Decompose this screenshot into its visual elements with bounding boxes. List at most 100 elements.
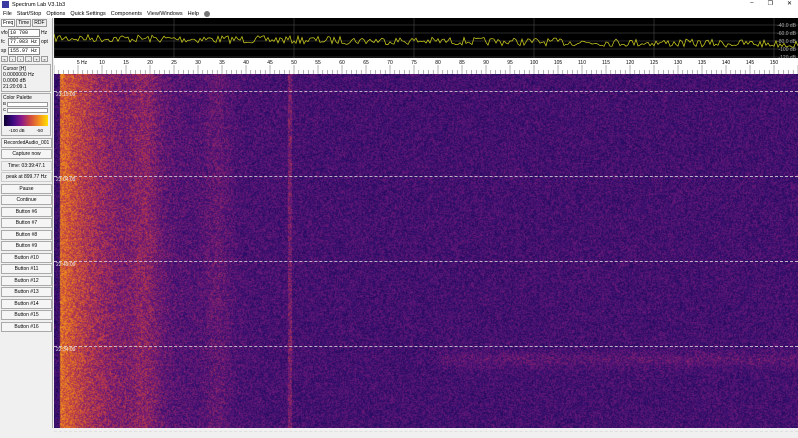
spectrum-trace — [53, 33, 798, 49]
waterfall-display[interactable]: 23:19:09 23:04:09 22:49:09 22:34:09 22:19:09 — [54, 74, 798, 438]
button-button-7[interactable]: Button #7 — [1, 218, 52, 228]
freq-tick-label: 95 — [507, 60, 513, 66]
nav-last-button[interactable]: » — [41, 56, 48, 62]
window-title: Spectrum Lab V3.1b3 — [12, 1, 66, 8]
menu-components[interactable]: Components — [111, 11, 142, 17]
db-label: -60.0 dB — [777, 31, 797, 37]
peak-display: peak at 899.77 Hz — [1, 172, 52, 182]
nav-first-button[interactable]: « — [1, 56, 8, 62]
time-gridline — [54, 431, 798, 432]
zoom-out-button[interactable]: - — [25, 56, 32, 62]
freq-tick-label: 90 — [483, 60, 489, 66]
menu-options[interactable]: Options — [46, 11, 65, 17]
spectrum-display[interactable]: -40.0 dB -60.0 dB -80.0 dB -100 dB -120 dB — [53, 18, 798, 61]
cursor-time: 21:20:09.1 — [3, 84, 27, 90]
freq-tick-label: 85 — [459, 60, 465, 66]
cursor-info: Cursor [H] 0.0000000 Hz 0.0000 dB 21:20:… — [1, 64, 51, 92]
freq-tick-label: 70 — [387, 60, 393, 66]
color-palette: Color Palette B C -100 dB -50 — [1, 93, 51, 136]
minimize-button[interactable]: – — [750, 0, 753, 7]
time-label: 22:49:09 — [56, 262, 76, 268]
freq-tick-label: 30 — [195, 60, 201, 66]
freq-tick-label: 50 — [291, 60, 297, 66]
capture-now-button[interactable]: Capture now — [1, 149, 52, 159]
freq-tick-label: 140 — [722, 60, 731, 66]
button-button-15[interactable]: Button #15 — [1, 310, 52, 320]
freq-tick-label: 55 — [315, 60, 321, 66]
menu-view-windows[interactable]: View/Windows — [147, 11, 183, 17]
vfo-input[interactable]: 10 700 000 — [8, 28, 40, 43]
time-gridline — [54, 261, 798, 262]
recorded-audio-button[interactable]: RecordedAudio_001 — [1, 137, 52, 148]
palette-gradient — [4, 115, 48, 126]
fc-label: fc — [1, 38, 5, 45]
restore-button[interactable]: ❐ — [768, 0, 773, 7]
button-button-13[interactable]: Button #13 — [1, 287, 52, 297]
button-button-6[interactable]: Button #6 — [1, 206, 52, 217]
time-label: 22:34:09 — [56, 347, 76, 353]
db-label: -100 dB — [778, 47, 796, 53]
fc-input[interactable]: 77.983 Hz — [8, 37, 40, 46]
freq-tick-label: 125 — [650, 60, 659, 66]
freq-tick-label: 15 — [123, 60, 129, 66]
button-button-11[interactable]: Button #11 — [1, 264, 52, 274]
time-display: Time: 03:39:47.1 — [1, 160, 52, 171]
menu-quick-settings[interactable]: Quick Settings — [70, 11, 105, 17]
contrast-label: C — [3, 107, 7, 112]
title-bar: Spectrum Lab V3.1b3 – ❐ ✕ — [0, 0, 798, 9]
freq-tick-label: 75 — [411, 60, 417, 66]
tab-time[interactable]: Time — [16, 19, 32, 27]
freq-tick-label: 35 — [219, 60, 225, 66]
menu-start-stop[interactable]: Start/Stop — [17, 11, 41, 17]
palette-min: -100 dB — [8, 128, 25, 133]
freq-tick-label: 25 — [171, 60, 177, 66]
menu-file[interactable]: File — [3, 11, 12, 17]
db-label: -40.0 dB — [777, 23, 797, 29]
button-button-9[interactable]: Button #9 — [1, 241, 52, 251]
button-pause[interactable]: Pause — [1, 183, 52, 194]
contrast-slider[interactable] — [7, 107, 48, 113]
freq-tick-label: 10 — [99, 60, 105, 66]
button-button-10[interactable]: Button #10 — [1, 252, 52, 263]
freq-tick-label: 80 — [435, 60, 441, 66]
time-label: 22:19:09 — [56, 432, 76, 438]
freq-tick-label: 110 — [578, 60, 586, 66]
freq-tick-label: 5 Hz — [77, 60, 88, 66]
brightness-slider[interactable] — [7, 101, 48, 107]
time-gridline — [54, 176, 798, 177]
button-continue[interactable]: Continue — [1, 195, 52, 205]
button-button-14[interactable]: Button #14 — [1, 298, 52, 309]
zoom-in-button[interactable]: + — [33, 56, 40, 62]
opt-button[interactable]: opt — [41, 39, 48, 45]
nav-prev-button[interactable]: ‹ — [9, 56, 16, 62]
frequency-scale[interactable]: 5 Hz 10 15 20 25 30 35 40 45 50 55 60 65 70 75 80 85 90 95… — [53, 58, 798, 74]
time-label: 23:19:09 — [56, 92, 76, 98]
freq-tick-label: 65 — [363, 60, 369, 66]
time-gridline — [54, 346, 798, 347]
vfo-label: vfo — [1, 29, 8, 36]
menu-help[interactable]: Help — [188, 11, 199, 17]
freq-tick-label: 105 — [554, 60, 563, 66]
palette-max: -50 — [36, 128, 44, 133]
freq-tick-label: 45 — [267, 60, 273, 66]
freq-tick-label: 145 — [746, 60, 755, 66]
button-button-16[interactable]: Button #16 — [1, 321, 52, 332]
time-label: 23:04:09 — [56, 177, 76, 183]
freq-tick-label: 100 — [530, 60, 539, 66]
tab-rdf[interactable]: RDF — [32, 19, 47, 27]
freq-tick-label: 130 — [674, 60, 683, 66]
vfo-unit: Hz — [41, 29, 48, 36]
tab-freq[interactable]: Freq — [1, 19, 16, 27]
button-button-12[interactable]: Button #12 — [1, 275, 52, 286]
status-indicator-icon — [203, 10, 210, 17]
sp-input[interactable]: 155.97 Hz — [8, 46, 40, 55]
freq-tick-label: 20 — [147, 60, 153, 66]
nav-next-button[interactable]: › — [17, 56, 24, 62]
button-button-8[interactable]: Button #8 — [1, 229, 52, 240]
freq-tick-label: 120 — [626, 60, 635, 66]
freq-tick-label: 150 — [770, 60, 779, 66]
freq-tick-label: 40 — [243, 60, 249, 66]
freq-tick-label: 115 — [602, 60, 610, 66]
close-button[interactable]: ✕ — [787, 0, 792, 7]
time-gridline — [54, 91, 798, 92]
